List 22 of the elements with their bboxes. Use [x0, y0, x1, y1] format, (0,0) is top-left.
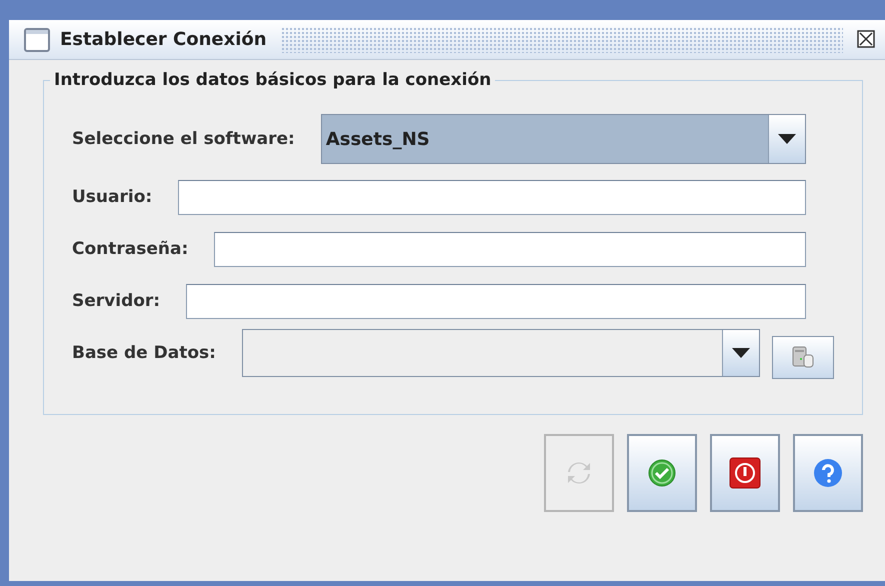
group-title: Introduzca los datos básicos para la conexión — [53, 70, 492, 90]
help-button[interactable] — [793, 434, 863, 512]
field-label: Base de Datos: — [72, 343, 216, 363]
field-label: Contraseña: — [72, 239, 188, 259]
window-icon — [24, 28, 50, 52]
dropdown-value: Assets_NS — [324, 128, 431, 152]
window-title: Establecer Conexión — [60, 29, 267, 50]
input-field[interactable] — [186, 284, 806, 318]
confirm-button[interactable] — [627, 434, 697, 512]
dropdown[interactable]: Assets_NS — [320, 114, 806, 164]
power-icon — [729, 457, 761, 489]
field-label: Seleccione el software: — [72, 129, 295, 149]
field-label: Usuario: — [72, 187, 152, 207]
checkmark-icon — [647, 458, 677, 488]
input-field[interactable] — [214, 232, 806, 266]
help-icon — [813, 458, 843, 488]
close-button[interactable] — [857, 30, 877, 50]
power-button[interactable] — [710, 434, 780, 512]
server-icon — [790, 344, 816, 370]
input-field[interactable] — [178, 180, 806, 214]
close-icon — [857, 30, 875, 48]
field-label: Servidor: — [72, 291, 160, 311]
